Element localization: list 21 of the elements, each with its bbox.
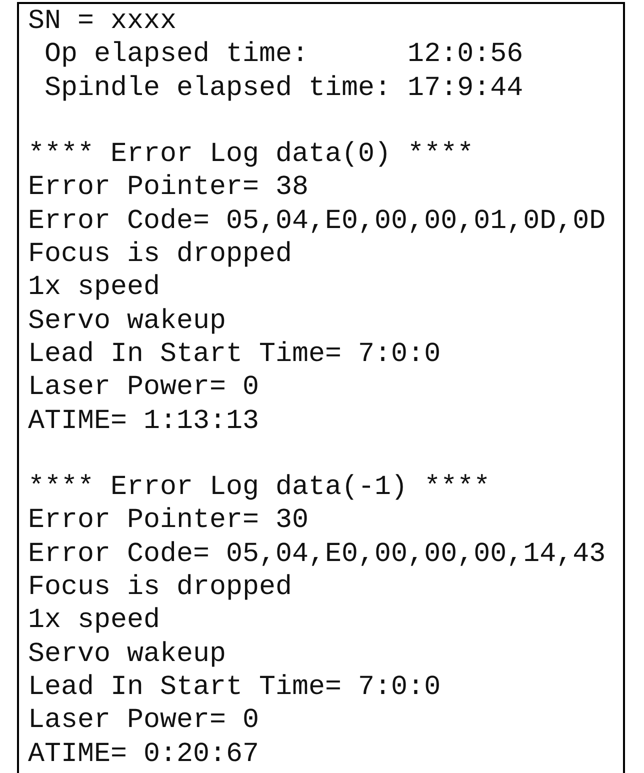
log-line: Spindle elapsed time: 17:9:44 — [44, 72, 524, 105]
log-line: Error Code= 05,04,E0,00,00,00,14,43 — [28, 538, 606, 572]
log-line: Laser Power= 0 — [28, 371, 260, 405]
log-line: ATIME= 1:13:13 — [28, 404, 260, 438]
log-line: Error Code= 05,04,E0,00,00,01,0D,0D — [28, 204, 606, 238]
log-line: ATIME= 0:20:67 — [28, 738, 260, 771]
log-line: Error Pointer= 30 — [28, 504, 309, 538]
log-line: SN = xxxx — [28, 5, 177, 38]
log-line: Op elapsed time: 12:0:56 — [44, 38, 524, 72]
log-heading: **** Error Log data(-1) **** — [28, 471, 490, 504]
log-line: Servo wakeup — [28, 304, 226, 338]
log-line: Error Pointer= 38 — [28, 171, 309, 205]
log-line: Laser Power= 0 — [28, 704, 260, 738]
log-heading: **** Error Log data(0) **** — [28, 138, 474, 172]
log-line: Focus is dropped — [28, 571, 292, 604]
log-line: Servo wakeup — [28, 638, 226, 671]
log-line: Lead In Start Time= 7:0:0 — [28, 670, 441, 704]
log-line: 1x speed — [28, 271, 160, 305]
log-line: Lead In Start Time= 7:0:0 — [28, 338, 441, 372]
log-line: Focus is dropped — [28, 238, 292, 272]
log-line: 1x speed — [28, 604, 160, 638]
